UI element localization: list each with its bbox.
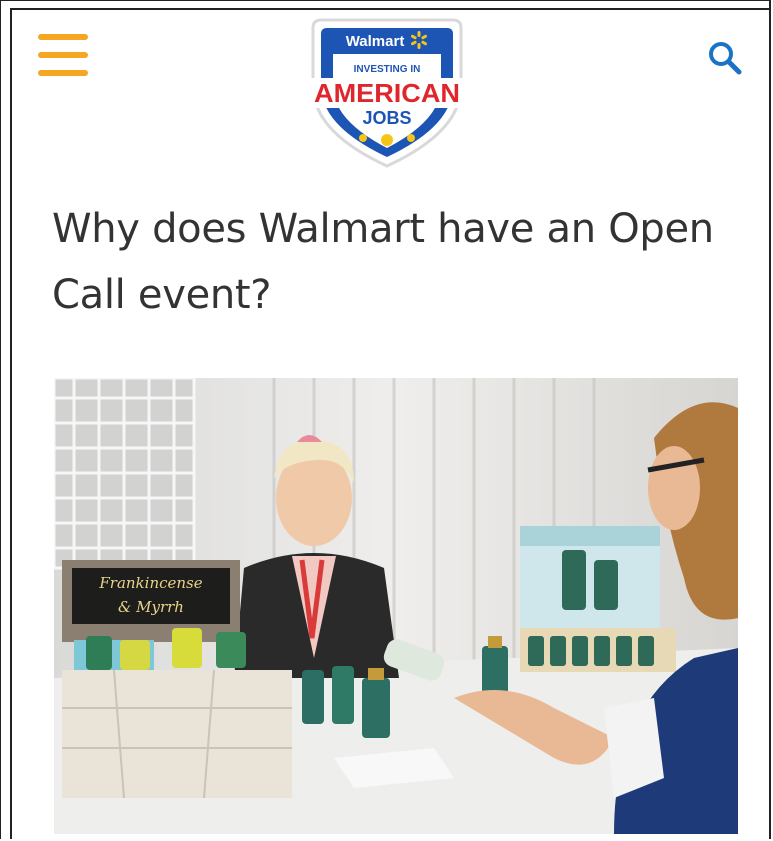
search-icon[interactable] [707, 40, 743, 76]
article-photo: Frankincense & Myrrh [54, 378, 738, 834]
frame-top-border [10, 8, 771, 10]
investing-in-american-jobs-logo[interactable]: Walmart INVESTING IN AMERICAN JOBS [303, 14, 471, 172]
page-title: Why does Walmart have an Open Call event… [52, 206, 714, 318]
sign-line2-text: & Myrrh [118, 598, 184, 616]
logo-brand-text: Walmart [346, 33, 405, 50]
logo-line1-text: INVESTING IN [354, 64, 421, 75]
logo-line2-text: AMERICAN [314, 78, 460, 108]
sign-line1-text: Frankincense [98, 574, 202, 592]
frame-left-border [10, 8, 12, 839]
logo-line3-text: JOBS [362, 108, 411, 128]
hamburger-menu-icon[interactable] [38, 34, 88, 80]
